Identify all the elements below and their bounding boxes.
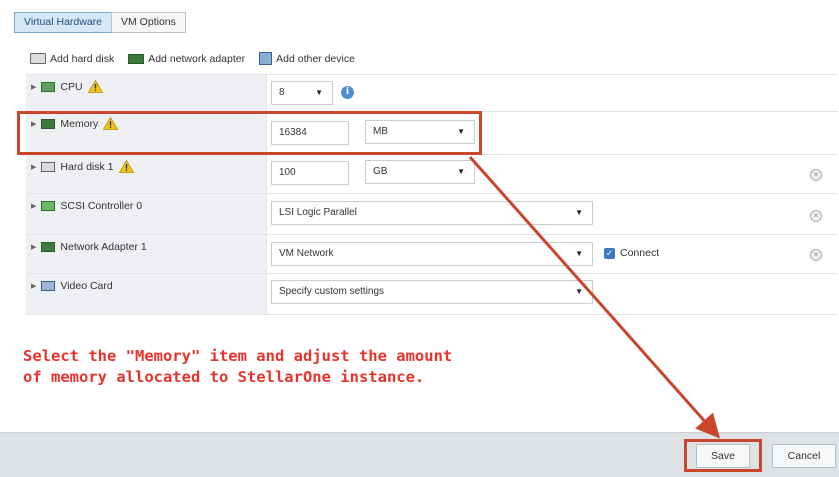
annotation-arrow xyxy=(468,156,720,439)
